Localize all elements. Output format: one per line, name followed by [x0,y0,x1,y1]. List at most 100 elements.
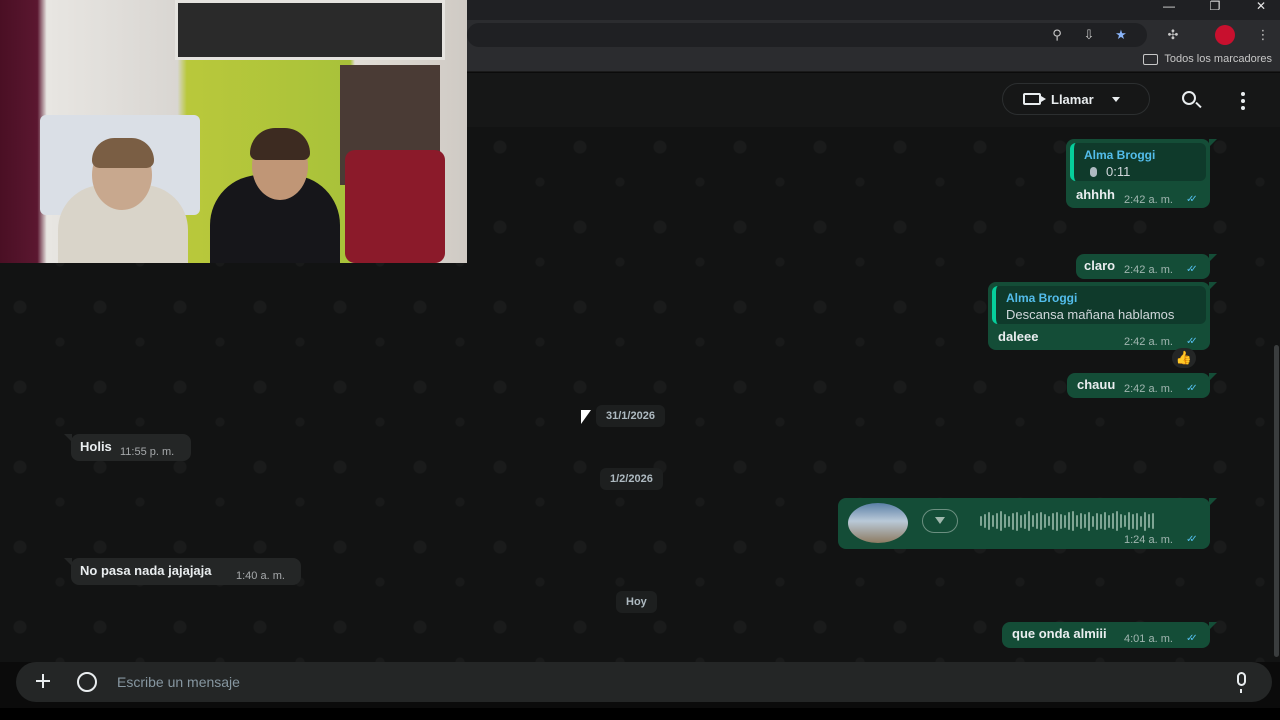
chat-scrollbar[interactable] [1274,345,1279,657]
close-icon[interactable]: ✕ [1238,0,1280,20]
waveform-bar [984,514,986,528]
waveform-bar [980,516,982,526]
video-camera-icon [1023,93,1046,105]
message-time: 1:40 a. m. [236,570,285,582]
extensions-icon[interactable]: ✣ [1162,25,1184,45]
waveform-bar [1072,511,1074,531]
webcam-person-right-hair [250,128,310,160]
address-bar[interactable] [467,23,1147,47]
waveform-bar [1140,515,1142,527]
waveform-bar [1124,515,1126,527]
message-text: claro [1084,258,1116,273]
message-time: 2:42 a. m. [1124,194,1173,206]
microphone-icon[interactable] [1237,672,1246,693]
message-text: chauu [1077,377,1116,392]
waveform-bar [1144,511,1146,531]
waveform-bar [1028,511,1030,531]
message-bubble-outgoing[interactable]: Alma Broggi 0:11 ahhhh 2:42 a. m. ✓✓ [1066,139,1217,208]
message-text: daleee [998,329,1039,344]
message-bubble-outgoing[interactable]: que onda almiii 4:01 a. m. ✓✓ [1002,622,1217,648]
message-bubble-incoming[interactable]: Holis 11:55 p. m. [64,434,191,461]
waveform-bar [1084,514,1086,528]
message-bubble-outgoing[interactable]: chauu 2:42 a. m. ✓✓ [1067,373,1217,398]
waveform-bar [1016,511,1018,531]
read-ticks-icon: ✓✓ [1186,194,1198,205]
waveform-bar [1048,516,1050,526]
waveform-bar [1036,513,1038,529]
waveform-bar [1100,513,1102,529]
chevron-down-icon [1111,96,1120,102]
waveform-bar [1060,513,1062,529]
message-text: Holis [80,439,112,454]
sticker-emoji-icon[interactable] [77,672,97,692]
waveform-bar [1136,512,1138,530]
restore-icon[interactable]: ❐ [1192,0,1238,20]
voice-message-bubble[interactable]: 1:24 a. m. ✓✓ [838,498,1217,549]
waveform-bar [992,515,994,527]
waveform-bar [1052,512,1054,530]
quoted-author: Alma Broggi [1084,148,1156,162]
waveform-bar [1012,512,1014,530]
more-options-icon[interactable] [1241,92,1245,113]
message-text: ahhhh [1076,187,1115,202]
quoted-message[interactable]: Alma Broggi 0:11 [1070,143,1206,181]
message-text: que onda almiii [1012,626,1107,641]
message-time: 2:42 a. m. [1124,383,1173,395]
message-composer: Escribe un mensaje [16,662,1272,702]
message-time: 2:42 a. m. [1124,336,1173,348]
waveform-bar [1112,513,1114,529]
waveform-bar [1116,511,1118,531]
message-bubble-outgoing[interactable]: claro 2:42 a. m. ✓✓ [1076,254,1217,279]
download-icon[interactable] [922,509,958,533]
browser-menu-icon[interactable]: ⋮ [1252,25,1274,45]
waveform-bar [1148,514,1150,528]
waveform-bar [1056,511,1058,531]
webcam-chair [345,150,445,263]
message-bubble-incoming[interactable]: No pasa nada jajajaja 1:40 a. m. [64,558,301,585]
waveform-bar [1020,514,1022,528]
mouse-cursor-icon [581,410,591,424]
waveform-bar [1040,512,1042,530]
message-time: 2:42 a. m. [1124,264,1173,276]
profile-avatar[interactable] [1215,25,1235,45]
call-button[interactable]: Llamar [1002,83,1150,115]
waveform-bar [1004,514,1006,528]
attach-plus-icon[interactable] [36,674,50,688]
waveform-bar [1080,513,1082,529]
bookmark-star-icon[interactable]: ★ [1110,25,1132,45]
install-app-icon[interactable]: ⇩ [1078,25,1100,45]
waveform-bar [1152,513,1154,529]
audio-waveform[interactable] [980,511,1154,531]
waveform-bar [1076,515,1078,527]
read-ticks-icon: ✓✓ [1186,264,1198,275]
waveform-bar [1108,514,1110,528]
search-icon[interactable] [1182,91,1196,105]
minimize-icon[interactable]: — [1146,0,1192,20]
waveform-bar [1064,514,1066,528]
waveform-bar [1068,512,1070,530]
message-bubble-outgoing[interactable]: Alma Broggi Descansa mañana hablamos dal… [988,282,1217,350]
date-separator: 31/1/2026 [596,405,665,427]
webcam-overlay [0,0,467,263]
quoted-author: Alma Broggi [1006,291,1078,305]
zoom-icon[interactable]: ⚲ [1046,25,1068,45]
date-separator: Hoy [616,591,657,613]
waveform-bar [1104,512,1106,530]
waveform-bar [1088,511,1090,531]
webcam-shelf [175,0,445,60]
message-time: 1:24 a. m. [1124,534,1173,546]
waveform-bar [1132,513,1134,529]
call-label: Llamar [1051,91,1094,107]
waveform-bar [1096,512,1098,530]
quoted-message[interactable]: Alma Broggi Descansa mañana hablamos [992,286,1206,324]
microphone-icon [1090,167,1097,177]
message-time: 4:01 a. m. [1124,633,1173,645]
message-input[interactable]: Escribe un mensaje [117,674,240,690]
all-bookmarks-button[interactable]: Todos los marcadores [1143,53,1272,65]
waveform-bar [1044,514,1046,528]
screen: — ❐ ✕ ⚲ ⇩ ★ ✣ ⋮ Todos los marcadores Lla… [0,0,1280,720]
reaction-badge[interactable]: 👍 [1172,348,1196,368]
waveform-bar [1120,514,1122,528]
waveform-bar [988,512,990,530]
all-bookmarks-label: Todos los marcadores [1164,53,1272,65]
